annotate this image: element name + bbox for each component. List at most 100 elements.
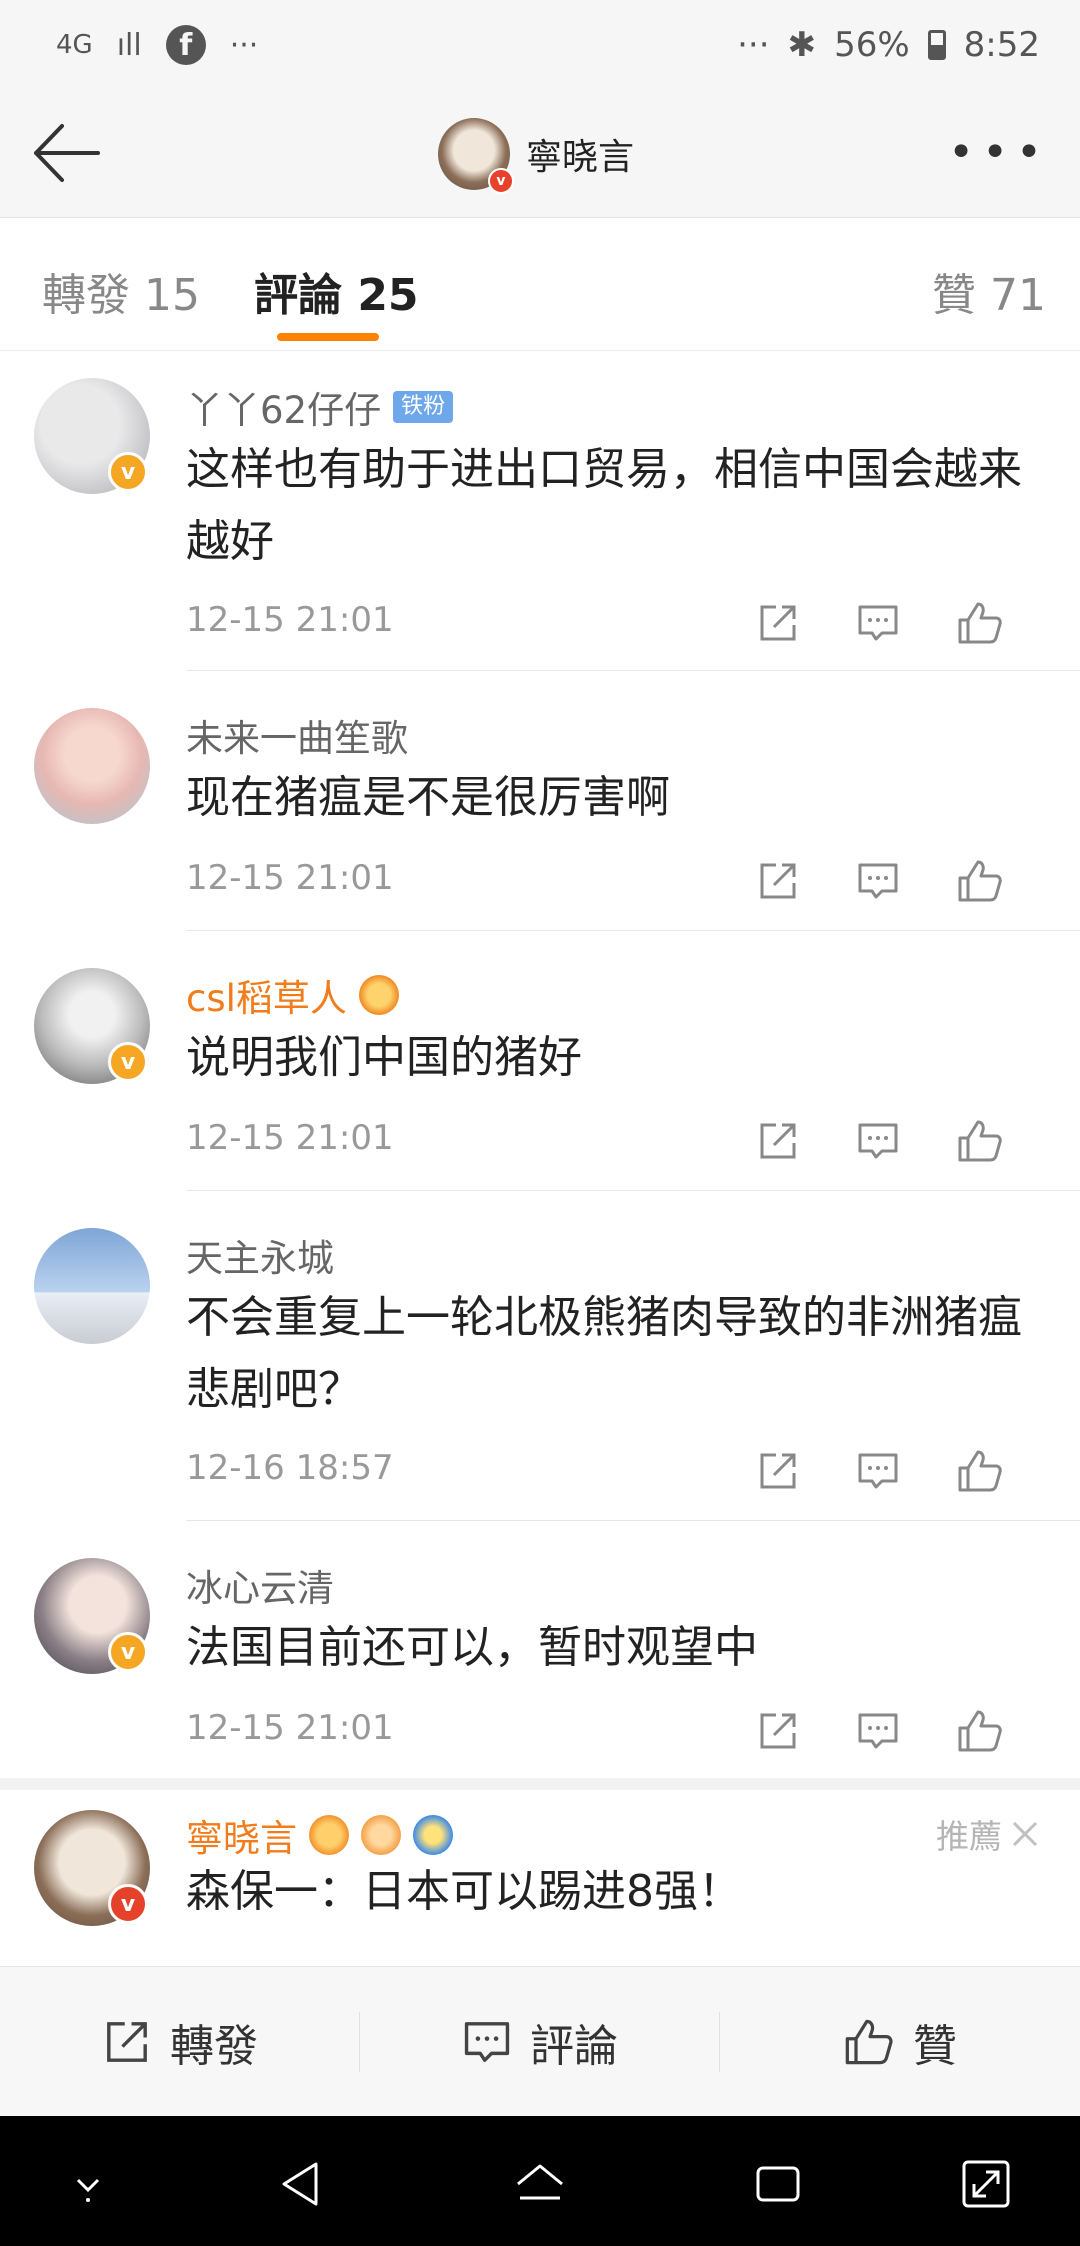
- comment-button[interactable]: 評論: [360, 1967, 720, 2116]
- comment-text: 这样也有助于进出口贸易，相信中国会越来越好: [186, 444, 1022, 567]
- more-options-icon[interactable]: •••: [948, 131, 1050, 175]
- home-nav-icon[interactable]: [510, 2154, 570, 2214]
- battery-percent: 56%: [834, 25, 910, 65]
- like-icon[interactable]: [956, 854, 1056, 908]
- repost-icon[interactable]: [756, 1444, 856, 1498]
- comment-icon[interactable]: [856, 596, 956, 650]
- comment-text: 法国目前还可以，暂时观望中: [186, 1622, 758, 1673]
- like-button[interactable]: 贊: [720, 1967, 1080, 2116]
- verified-badge-icon: v: [108, 1042, 148, 1082]
- commenter-name[interactable]: csl稻草人: [186, 968, 399, 1022]
- like-icon[interactable]: [956, 596, 1056, 650]
- verified-badge-icon: v: [108, 1884, 148, 1924]
- comment-divider: [186, 1520, 1080, 1521]
- comment-time: 12-16 18:57: [186, 1448, 394, 1488]
- close-icon[interactable]: [1010, 1819, 1040, 1849]
- commenter-name-text: 冰心云清: [186, 1567, 334, 1610]
- repost-label: 轉發: [170, 2020, 258, 2072]
- rotate-screen-icon[interactable]: [956, 2154, 1016, 2214]
- commenter-name-text: 未来一曲笙歌: [186, 717, 408, 760]
- tab-bar: 轉發 15 評論 25 贊 71: [0, 219, 1080, 351]
- comment-divider: [186, 1190, 1080, 1191]
- page-title: 寧晓言: [526, 137, 635, 178]
- like-icon: [845, 2019, 893, 2064]
- comment-divider: [186, 670, 1080, 671]
- bluetooth-icon: ✱: [787, 25, 817, 65]
- comment-actions: [756, 596, 1056, 650]
- tab-comments[interactable]: 評論 25: [254, 259, 419, 323]
- medal-badge-icon: [309, 1815, 349, 1855]
- repost-icon[interactable]: [756, 854, 856, 908]
- like-icon[interactable]: [956, 1704, 1056, 1758]
- commenter-avatar[interactable]: [34, 1228, 150, 1344]
- verified-badge-icon: v: [108, 1632, 148, 1672]
- commenter-name-text: 寧晓言: [186, 1817, 297, 1860]
- comment-icon[interactable]: [856, 1444, 956, 1498]
- comment-time: 12-15 21:01: [186, 1708, 394, 1748]
- comment-label: 評論: [530, 2020, 618, 2072]
- commenter-avatar[interactable]: [34, 708, 150, 824]
- tab-reposts[interactable]: 轉發 15: [42, 259, 200, 323]
- crown-badge-icon: [358, 975, 399, 1015]
- tab-likes[interactable]: 贊 71: [932, 259, 1046, 323]
- repost-icon[interactable]: [756, 1704, 856, 1758]
- back-arrow-icon[interactable]: [28, 120, 104, 186]
- battery-icon: [927, 30, 946, 60]
- title-bar: v 寧晓言 •••: [0, 90, 1080, 218]
- commenter-name-text: 丫丫62仔仔: [186, 389, 382, 432]
- fish-badge-icon: [361, 1815, 401, 1855]
- like-label: 贊: [913, 2020, 957, 2072]
- like-icon[interactable]: [956, 1114, 1056, 1168]
- section-separator: [0, 1778, 1080, 1790]
- repost-button[interactable]: 轉發: [0, 1967, 360, 2116]
- verified-badge-icon: v: [108, 452, 148, 492]
- recents-nav-icon[interactable]: [748, 2154, 808, 2214]
- title-group[interactable]: v 寧晓言: [438, 116, 635, 194]
- comment-icon[interactable]: [856, 854, 956, 908]
- verified-badge-icon: v: [488, 168, 514, 194]
- like-icon[interactable]: [956, 1444, 1056, 1498]
- comment-time: 12-15 21:01: [186, 1118, 394, 1158]
- comment-actions: [756, 1114, 1056, 1168]
- recommend-label[interactable]: 推薦: [936, 1810, 1040, 1858]
- hide-keyboard-icon[interactable]: [58, 2154, 118, 2214]
- comment-actions: [756, 1444, 1056, 1498]
- comment-time: 12-15 21:01: [186, 600, 394, 640]
- comment-icon[interactable]: [856, 1114, 956, 1168]
- bottom-action-bar: 轉發 評論 贊: [0, 1966, 1080, 2116]
- network-indicator: 4G: [56, 30, 93, 60]
- active-tab-indicator: [277, 333, 379, 341]
- author-avatar[interactable]: v: [438, 118, 514, 194]
- notification-more-icon: ···: [229, 27, 259, 63]
- comment-icon[interactable]: [856, 1704, 956, 1758]
- comment-divider: [186, 930, 1080, 931]
- comment-text: 说明我们中国的猪好: [186, 1032, 582, 1083]
- commenter-name-text: 天主永城: [186, 1237, 334, 1280]
- comment-text: 不会重复上一轮北极熊猪肉导致的非洲猪瘟悲剧吧？: [186, 1292, 1022, 1415]
- repost-icon[interactable]: [756, 596, 856, 650]
- recommend-text: 推薦: [936, 1817, 1002, 1856]
- comment-icon: [464, 2021, 510, 2062]
- comment-text: 森保一：日本可以踢进8强！: [186, 1866, 742, 1917]
- back-nav-icon[interactable]: [272, 2154, 332, 2214]
- shield-badge-icon: [413, 1815, 453, 1855]
- commenter-name[interactable]: 丫丫62仔仔 铁粉: [186, 380, 454, 434]
- commenter-name-text: csl稻草人: [186, 977, 347, 1020]
- repost-icon: [107, 2021, 147, 2062]
- comment-actions: [756, 1704, 1056, 1758]
- comment-text: 现在猪瘟是不是很厉害啊: [186, 772, 670, 823]
- signal-icon: ıll: [116, 27, 142, 63]
- repost-icon[interactable]: [756, 1114, 856, 1168]
- commenter-name[interactable]: 未来一曲笙歌: [186, 708, 408, 762]
- comment-time: 12-15 21:01: [186, 858, 394, 898]
- status-more-icon: ···: [737, 25, 770, 65]
- status-bar: 4G ıll f ··· ··· ✱ 56% 8:52: [0, 0, 1080, 90]
- fan-tag: 铁粉: [393, 391, 454, 423]
- comment-actions: [756, 854, 1056, 908]
- commenter-name[interactable]: 天主永城: [186, 1228, 334, 1282]
- clock: 8:52: [963, 25, 1040, 65]
- commenter-name[interactable]: 寧晓言: [186, 1808, 453, 1862]
- facebook-icon: f: [165, 25, 206, 65]
- commenter-name[interactable]: 冰心云清: [186, 1558, 334, 1612]
- status-right: ··· ✱ 56% 8:52: [737, 18, 1040, 72]
